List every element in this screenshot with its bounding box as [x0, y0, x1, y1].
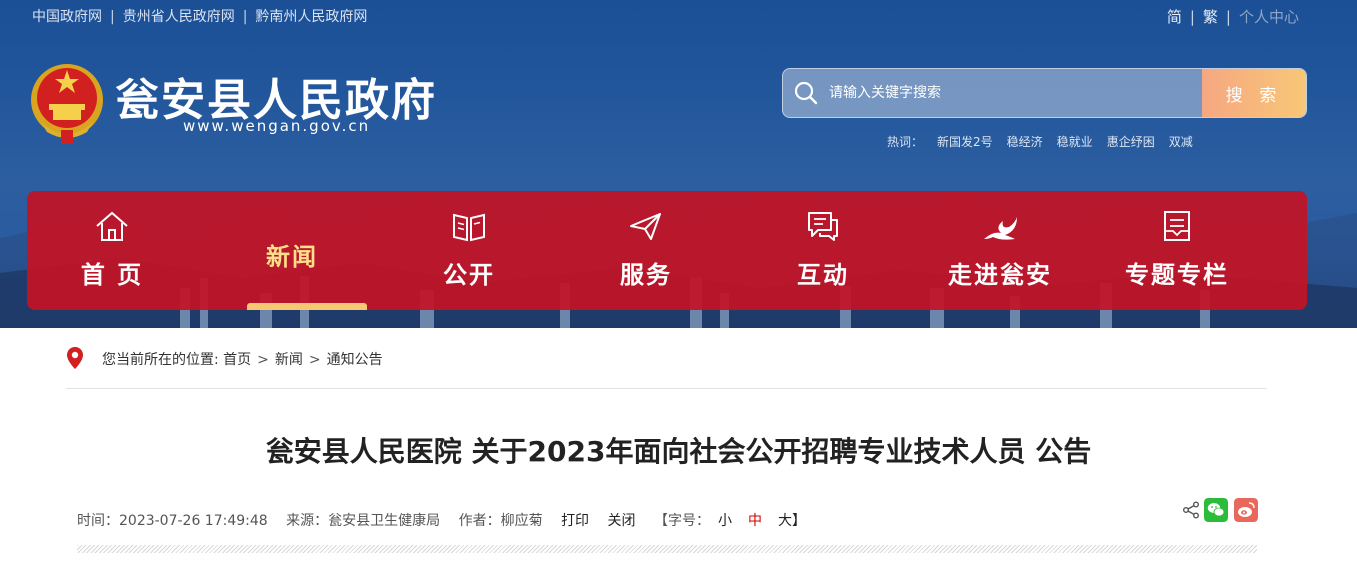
nav-news[interactable]: 新闻 [217, 191, 367, 310]
hot-word[interactable]: 稳就业 [1057, 135, 1093, 149]
nav-service-label: 服务 [620, 261, 672, 289]
article-author: 柳应菊 [500, 513, 543, 529]
search-icon [794, 81, 818, 105]
font-size-small[interactable]: 小 [718, 513, 732, 529]
nav-special-topics[interactable]: 专题专栏 [1102, 191, 1252, 310]
nav-news-label: 新闻 [266, 243, 318, 271]
document-icon [1164, 211, 1190, 241]
home-icon [96, 211, 128, 241]
chat-icon [808, 212, 838, 241]
share-icon [1183, 501, 1199, 519]
breadcrumb-news[interactable]: 新闻 [275, 352, 303, 368]
book-icon [453, 213, 485, 242]
national-emblem-logo [31, 64, 103, 144]
close-button[interactable]: 关闭 [608, 513, 636, 529]
simplified-link[interactable]: 简 [1167, 8, 1182, 26]
site-url: www.wengan.gov.cn [183, 117, 371, 135]
breadcrumb-home[interactable]: 首页 [223, 352, 251, 368]
divider [66, 388, 1267, 389]
breadcrumb-notices[interactable]: 通知公告 [327, 352, 383, 368]
source-label: 来源： [286, 513, 329, 529]
hot-word[interactable]: 新国发2号 [937, 135, 993, 149]
gov-links: 中国政府网 | 贵州省人民政府网 | 黔南州人民政府网 [32, 9, 368, 25]
weibo-share-icon[interactable] [1234, 498, 1258, 522]
nav-home[interactable]: 首 页 [37, 191, 187, 310]
nav-special-topics-label: 专题专栏 [1125, 261, 1229, 289]
nav-about-wengan-label: 走进瓮安 [948, 261, 1052, 289]
font-size-medium[interactable]: 中 [748, 513, 762, 529]
breadcrumb-prefix: 您当前所在的位置: [102, 352, 219, 368]
nav-interaction[interactable]: 互动 [748, 191, 898, 310]
font-size-label: 【字号： [653, 513, 710, 529]
time-label: 时间： [77, 513, 119, 529]
search-input[interactable] [829, 69, 1199, 117]
author-label: 作者： [458, 513, 501, 529]
active-tab-indicator [247, 303, 367, 310]
nav-public[interactable]: 公开 [394, 191, 544, 310]
hot-word[interactable]: 稳经济 [1007, 135, 1043, 149]
article-title: 瓮安县人民医院 关于2023年面向社会公开招聘专业技术人员 公告 [265, 435, 1092, 468]
hot-word[interactable]: 惠企纾困 [1107, 135, 1155, 149]
font-size-large[interactable]: 大】 [778, 513, 806, 529]
nav-interaction-label: 互动 [797, 261, 849, 289]
site-header: 中国政府网 | 贵州省人民政府网 | 黔南州人民政府网 简 | 繁 | 个人中心 瓮安县人民政府… [0, 0, 1357, 328]
wechat-share-icon[interactable] [1204, 498, 1228, 522]
search-button[interactable]: 搜 索 [1202, 69, 1306, 117]
personal-center-link[interactable]: 个人中心 [1239, 8, 1299, 26]
hot-words-label: 热词： [887, 135, 924, 149]
link-qiannan-gov[interactable]: 黔南州人民政府网 [255, 9, 367, 25]
print-button[interactable]: 打印 [561, 513, 589, 529]
link-china-gov[interactable]: 中国政府网 [32, 9, 102, 25]
article-meta: 时间：2023-07-26 17:49:48 来源：瓮安县卫生健康局 作者：柳应… [77, 510, 806, 530]
hot-word[interactable]: 双减 [1169, 135, 1193, 149]
article-source: 瓮安县卫生健康局 [328, 513, 441, 529]
share-bar [1182, 498, 1258, 522]
nav-service[interactable]: 服务 [571, 191, 721, 310]
nav-public-label: 公开 [443, 261, 495, 289]
nav-home-label: 首 页 [80, 261, 144, 289]
content-separator [77, 545, 1257, 553]
hot-words: 热词： 新国发2号 稳经济 稳就业 惠企纾困 双减 [887, 133, 1207, 150]
top-right-links: 简 | 繁 | 个人中心 [1166, 8, 1299, 26]
nav-about-wengan[interactable]: 走进瓮安 [925, 191, 1075, 310]
traditional-link[interactable]: 繁 [1203, 8, 1218, 26]
publish-time: 2023-07-26 17:49:48 [119, 513, 268, 529]
search-box: 搜 索 [782, 68, 1307, 118]
top-bar: 中国政府网 | 贵州省人民政府网 | 黔南州人民政府网 简 | 繁 | 个人中心 [0, 0, 1357, 30]
location-pin-icon [67, 347, 83, 369]
phoenix-icon [984, 217, 1017, 240]
paper-plane-icon [630, 213, 661, 240]
main-nav: 首 页 新闻 公开 服务 互动 走进瓮安 专题专栏 [27, 191, 1307, 310]
link-guizhou-gov[interactable]: 贵州省人民政府网 [123, 9, 235, 25]
